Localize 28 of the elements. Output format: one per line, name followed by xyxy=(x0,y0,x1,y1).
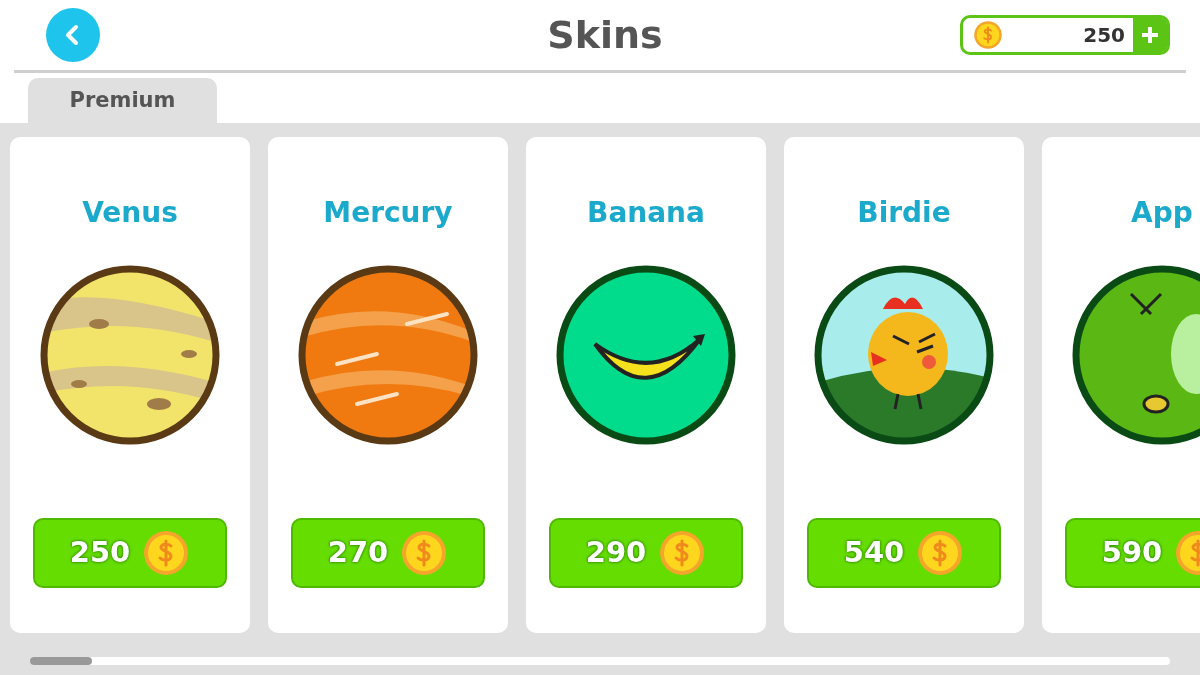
scrollbar[interactable] xyxy=(30,657,1170,665)
back-button[interactable] xyxy=(46,8,100,62)
add-coins-button[interactable] xyxy=(1133,18,1167,52)
coin-icon xyxy=(142,529,191,577)
skin-name: App xyxy=(1131,195,1193,231)
skin-card[interactable]: Venus 250 xyxy=(10,137,250,633)
buy-button[interactable]: 540 xyxy=(807,518,1001,588)
tab[interactable]: Premium xyxy=(28,78,217,123)
skin-card[interactable]: Birdie 540 xyxy=(784,137,1024,633)
skin-card[interactable]: Banana 290 xyxy=(526,137,766,633)
balance-amount: 250 xyxy=(1082,22,1126,49)
skin-name: Mercury xyxy=(323,195,453,231)
page-title: Skins xyxy=(547,11,663,59)
buy-button[interactable]: 290 xyxy=(549,518,743,588)
coin-icon xyxy=(658,529,707,577)
buy-button[interactable]: 250 xyxy=(33,518,227,588)
skin-name: Banana xyxy=(587,195,705,231)
coin-icon xyxy=(400,529,449,577)
buy-button[interactable]: 270 xyxy=(291,518,485,588)
coin-icon xyxy=(973,20,1003,50)
plus-icon xyxy=(1140,25,1160,45)
buy-button[interactable]: 590 xyxy=(1065,518,1200,588)
coin-icon xyxy=(916,529,965,577)
skin-name: Venus xyxy=(82,195,178,231)
scrollbar-thumb[interactable] xyxy=(30,657,92,665)
skin-name: Birdie xyxy=(857,195,951,231)
skin-card[interactable]: Mercury 270 xyxy=(268,137,508,633)
skin-card[interactable]: App 590 xyxy=(1042,137,1200,633)
